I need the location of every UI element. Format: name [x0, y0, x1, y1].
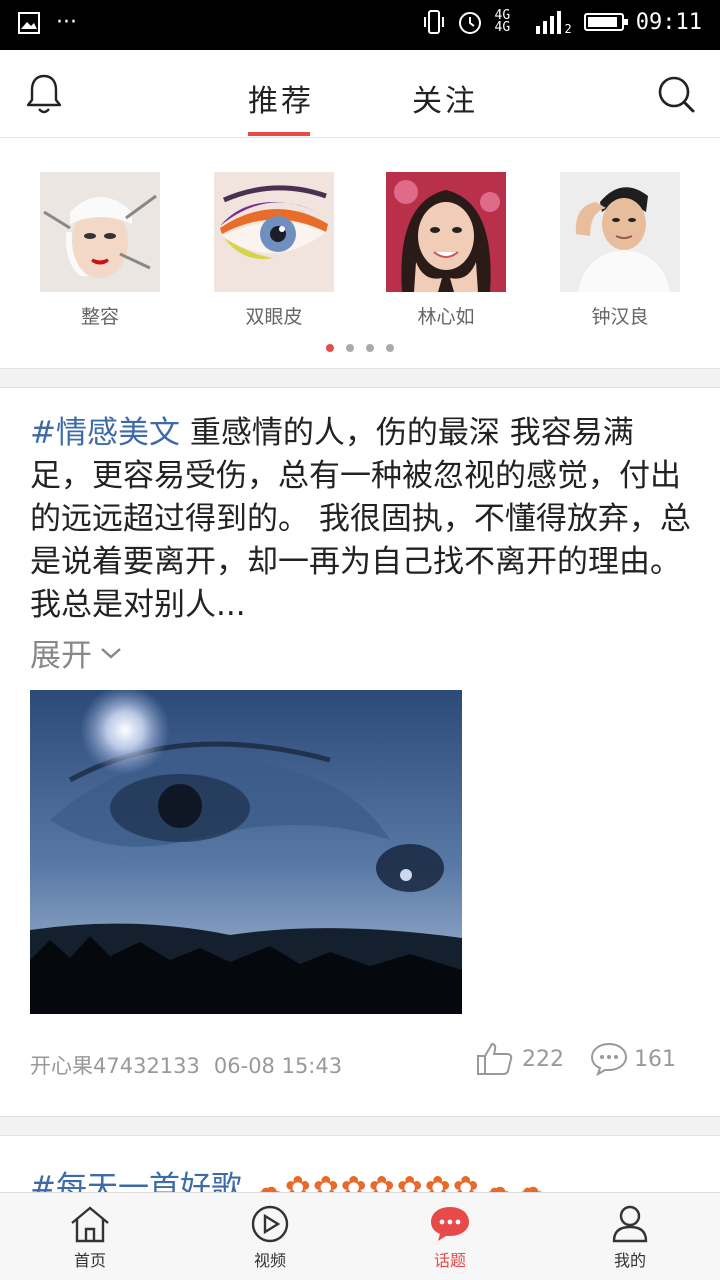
bell-icon[interactable] [24, 72, 64, 116]
topic-item-shuangyanpi[interactable]: 双眼皮 [214, 172, 334, 329]
nav-label: 视频 [253, 1251, 286, 1270]
post-time: 06-08 15:43 [213, 1054, 343, 1078]
alarm-icon [458, 12, 481, 34]
tab-follow[interactable]: 关注 [412, 76, 478, 120]
post-card[interactable]: #每天一首好歌 ☁✿✿✿✿✿✿✿☁☁ [0, 1136, 720, 1192]
woman-portrait-thumbnail [386, 172, 506, 292]
sim-indicator: 2 [564, 22, 572, 36]
nav-topics[interactable]: 话题 [390, 1205, 510, 1271]
post-image[interactable] [30, 690, 462, 1014]
bottom-navigation: 首页 视频 话题 我的 [0, 1192, 720, 1280]
section-divider [0, 368, 720, 388]
battery-icon [583, 13, 628, 31]
chevron-down-icon [101, 647, 121, 659]
clock: 09:11 [635, 9, 702, 35]
comment-button[interactable]: 161 [590, 1042, 676, 1076]
comment-bubble-icon [590, 1042, 628, 1076]
like-count: 222 [522, 1046, 564, 1072]
carousel-pager [326, 344, 394, 352]
topic-label: 林心如 [417, 306, 475, 328]
topic-label: 双眼皮 [245, 306, 303, 328]
topic-item-zhengrong[interactable]: 整容 [40, 172, 160, 329]
post-decoration: ☁✿✿✿✿✿✿✿☁☁ [251, 1170, 547, 1192]
user-icon [612, 1205, 648, 1243]
network-label: 4G 4G [494, 8, 511, 35]
pager-dot[interactable] [366, 344, 374, 352]
nav-label: 首页 [73, 1251, 106, 1270]
like-button[interactable]: 222 [476, 1042, 564, 1076]
search-icon[interactable] [656, 74, 696, 114]
video-play-icon [251, 1205, 289, 1243]
vibrate-icon [423, 10, 444, 34]
face-surgery-thumbnail [40, 172, 160, 292]
nav-profile[interactable]: 我的 [570, 1205, 690, 1271]
top-bar: 推荐 关注 [0, 50, 720, 138]
signal-icon [535, 11, 561, 34]
post-card[interactable]: #情感美文 重感情的人，伤的最深 我容易满足，更容易受伤，总有一种被忽视的感觉，… [0, 388, 720, 1116]
notification-dots: ··· [56, 10, 77, 35]
nav-label: 我的 [613, 1251, 646, 1270]
post-hashtag[interactable]: #每天一首好歌 [30, 1170, 242, 1192]
topic-item-linxinru[interactable]: 林心如 [386, 172, 506, 329]
post-author[interactable]: 开心果47432133 [30, 1054, 200, 1078]
topic-label: 整容 [80, 306, 119, 328]
topic-label: 钟汉良 [591, 306, 649, 328]
pager-dot[interactable] [386, 344, 394, 352]
thumbs-up-icon [477, 1042, 513, 1075]
gallery-icon [18, 11, 40, 34]
topic-carousel: 整容 双眼皮 林心如 钟汉良 [0, 138, 720, 368]
section-divider [0, 1116, 720, 1136]
comment-count: 161 [634, 1046, 676, 1072]
eye-makeup-thumbnail [214, 172, 334, 292]
status-bar: ··· 4G 4G 2 09:11 [0, 0, 720, 50]
nav-home[interactable]: 首页 [30, 1205, 150, 1271]
man-portrait-thumbnail [560, 172, 680, 292]
active-tab-indicator [248, 132, 310, 136]
post-meta: 开心果47432133 06-08 15:43 [30, 1050, 342, 1080]
home-icon [71, 1206, 109, 1243]
topic-item-zhonghanliang[interactable]: 钟汉良 [560, 172, 680, 329]
pager-dot-active[interactable] [326, 344, 334, 352]
post-text: #情感美文 重感情的人，伤的最深 我容易满足，更容易受伤，总有一种被忽视的感觉，… [30, 412, 694, 627]
pager-dot[interactable] [346, 344, 354, 352]
nav-video[interactable]: 视频 [210, 1205, 330, 1271]
tab-recommend[interactable]: 推荐 [248, 76, 314, 120]
expand-label: 展开 [30, 638, 92, 674]
expand-button[interactable]: 展开 [30, 630, 122, 675]
post-hashtag[interactable]: #情感美文 [30, 415, 180, 451]
post-text: #每天一首好歌 ☁✿✿✿✿✿✿✿☁☁ [30, 1162, 547, 1192]
chat-bubble-icon [431, 1207, 469, 1241]
nav-label: 话题 [433, 1251, 466, 1270]
